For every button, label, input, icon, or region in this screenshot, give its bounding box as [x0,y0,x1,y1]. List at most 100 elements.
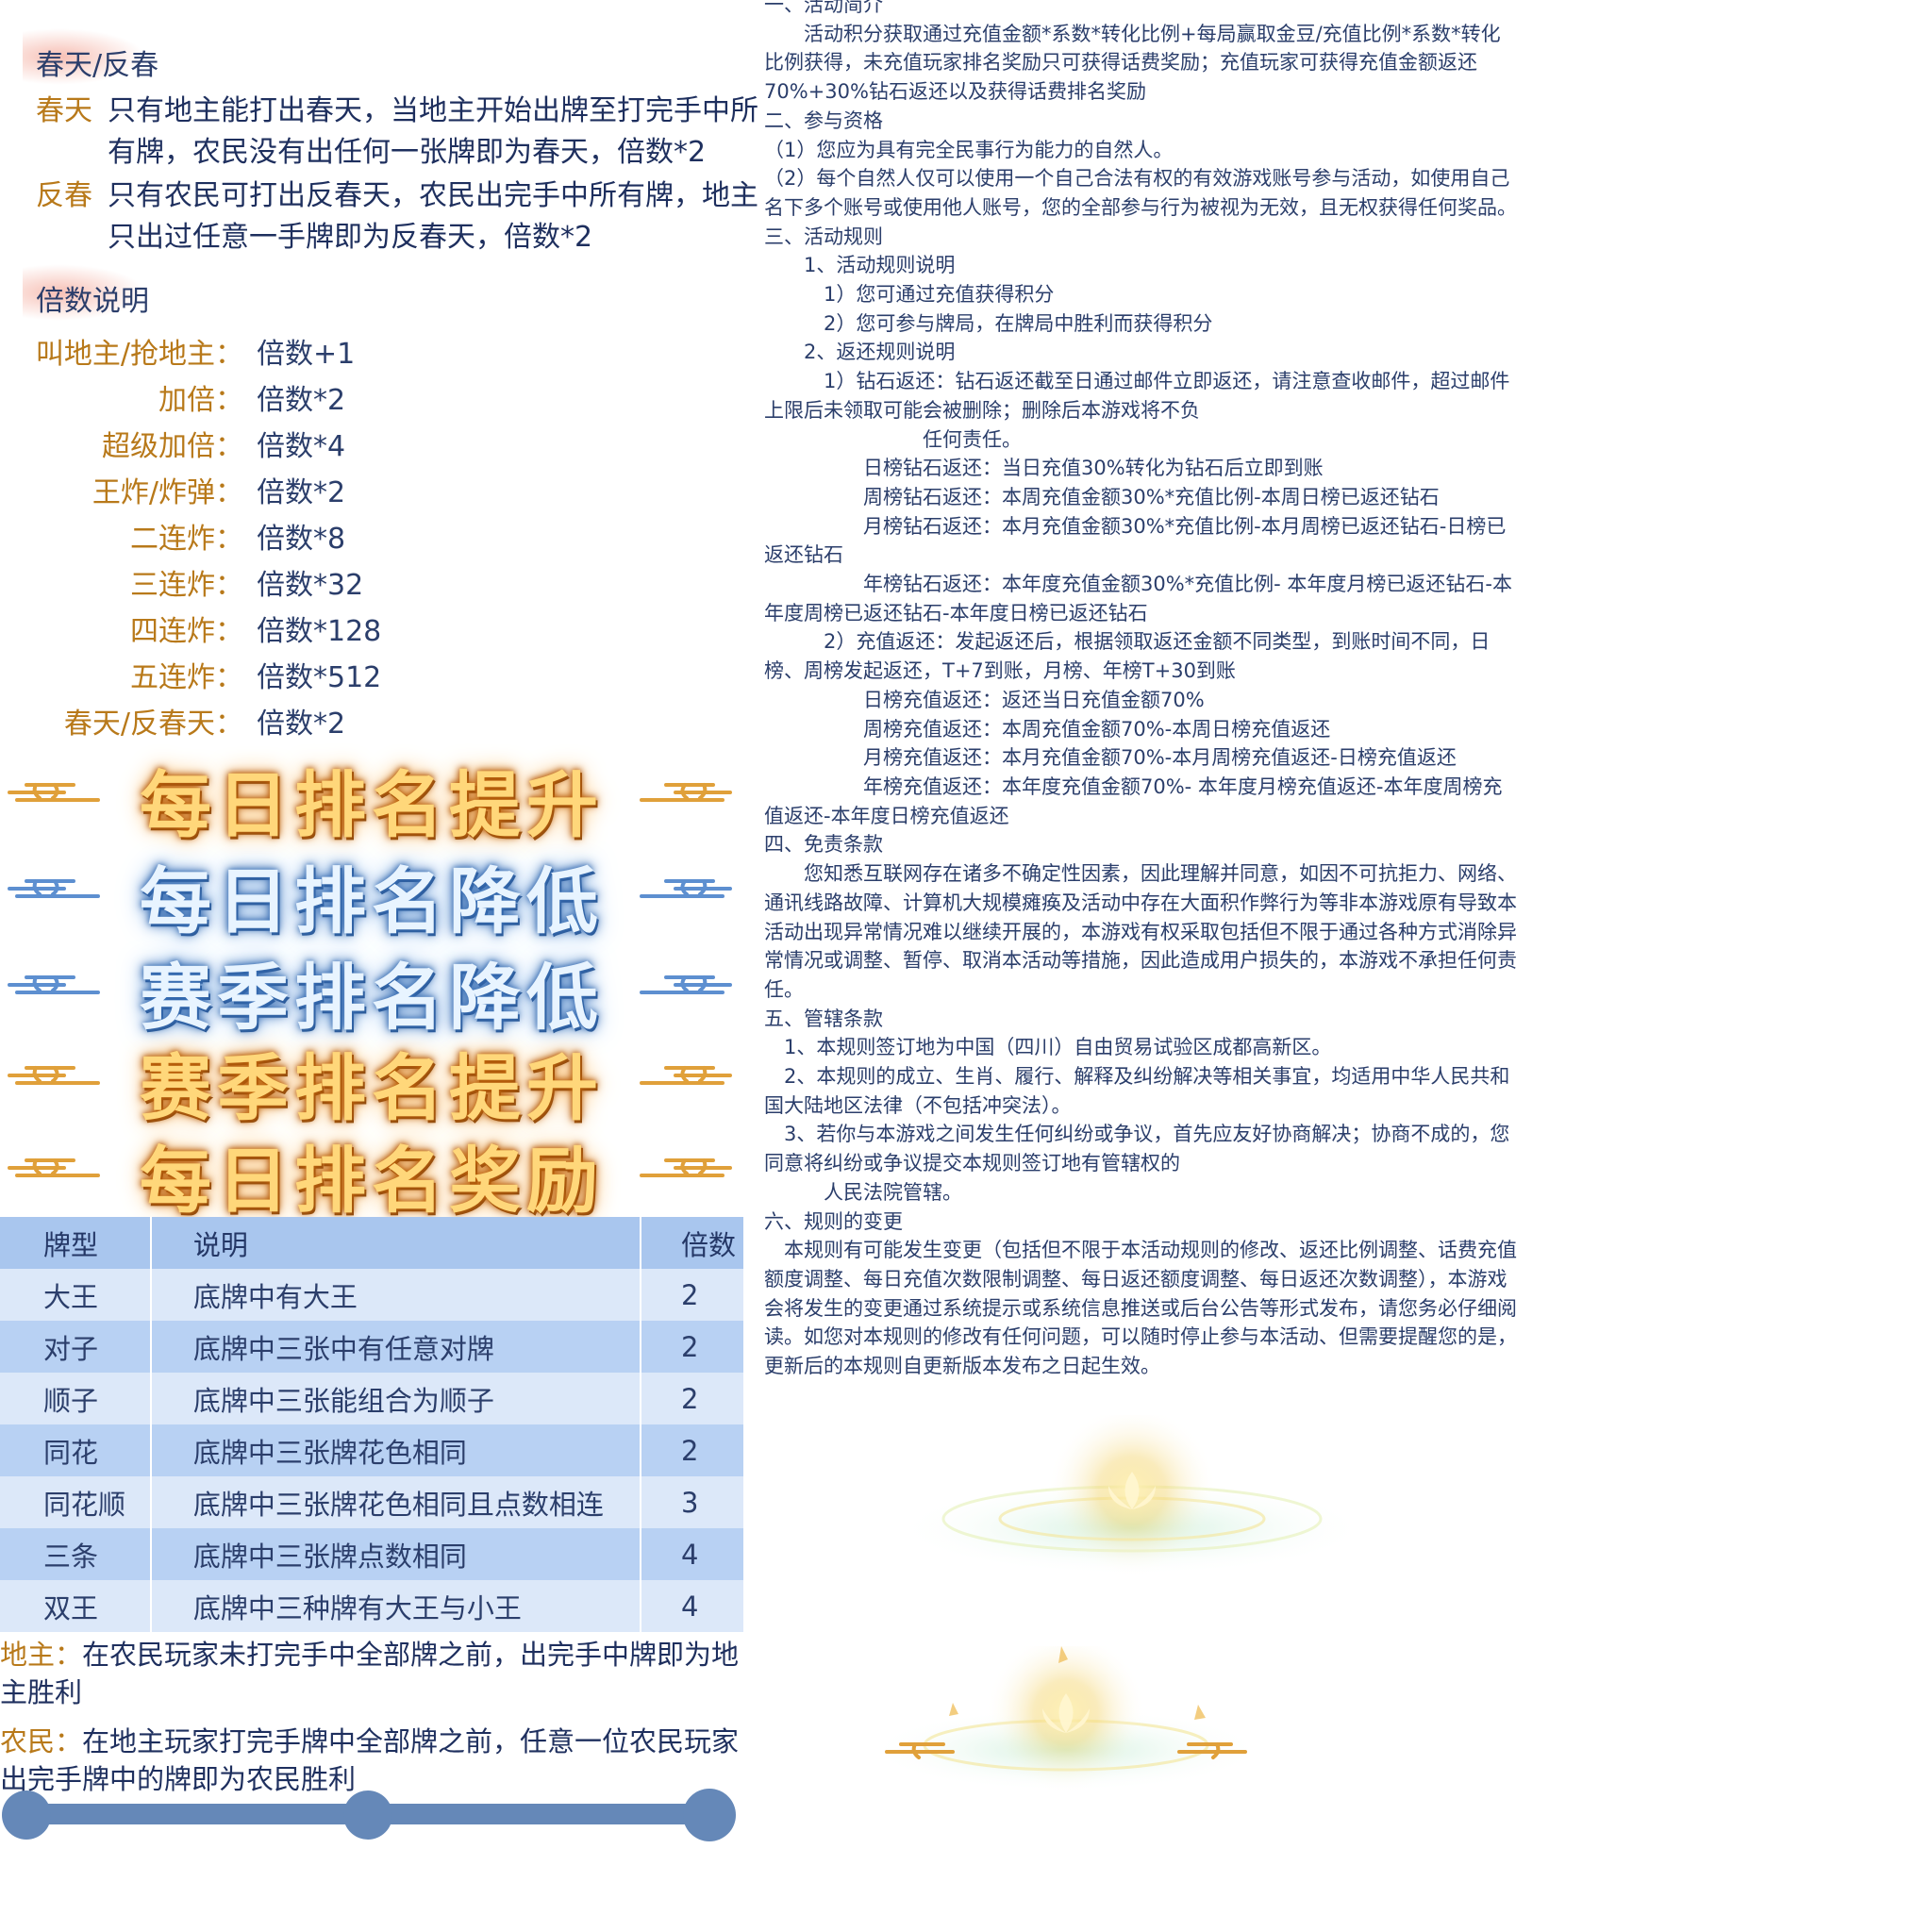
spring-section-title: 春天/反春 [22,28,170,87]
rules-line: 年榜钻石返还：本年度充值金额30%*充值比例- 本年度月榜已返还钻石-本年度周榜… [764,573,1513,625]
banner-daily-rank-up: 每日排名提升 [0,745,745,847]
spring-key: 春天 [36,94,92,127]
cell-description: 底牌中三张中有任意对牌 [150,1321,642,1373]
card-type-table: 牌型 说明 倍数 大王 底牌中有大王 2 对子 底牌中三张中有任意对牌 2 顺子… [0,1217,745,1632]
cloud-ornament-icon [640,975,732,994]
cloud-ornament-icon [640,879,732,898]
cell-description: 底牌中有大王 [150,1269,642,1321]
victory-key: 农民： [0,1725,83,1757]
rules-line: 五、管辖条款 [764,1007,883,1030]
banner-daily-rank-down: 每日排名降低 [0,841,745,943]
spring-text: 只有地主能打出春天，当地主开始出牌至打完手中所有牌，农民没有出任何一张牌即为春天… [108,94,758,169]
multiplier-key: 四连炸： [130,615,243,648]
multiplier-value: 倍数+1 [257,338,356,371]
cell-multiplier: 2 [641,1373,745,1424]
table-row: 大王 底牌中有大王 2 [0,1269,745,1321]
banner-text: 赛季排名提升 [140,1046,604,1130]
multiplier-key: 叫地主/抢地主： [35,338,243,371]
cell-multiplier: 3 [641,1476,745,1528]
multiplier-value: 倍数*32 [257,569,364,602]
multiplier-key: 超级加倍： [102,430,243,463]
table-row: 三条 底牌中三张牌点数相同 4 [0,1528,745,1580]
multiplier-value: 倍数*2 [257,708,346,741]
multiplier-value: 倍数*128 [257,615,382,648]
cloud-ornament-icon [8,975,100,994]
table-row: 同花 底牌中三张牌花色相同 2 [0,1424,745,1476]
cell-card-type: 双王 [0,1580,152,1632]
rules-line: 人民法院管辖。 [764,1180,962,1204]
landlord-victory: 地主：在农民玩家未打完手中全部牌之前，出完手中牌即为地主胜利 [0,1636,745,1711]
multiplier-row: 三连炸： 倍数*32 [0,561,377,605]
header-card-type: 牌型 [0,1217,152,1269]
multiplier-row: 五连炸： 倍数*512 [0,654,381,697]
rules-line: 1、本规则签订地为中国（四川）自由贸易试验区成都高新区。 [764,1036,1332,1059]
rules-line: 一、活动简介 [764,0,883,16]
lotus-glow-icon [896,1415,1368,1575]
multiplier-row: 王炸/炸弹： 倍数*2 [0,469,377,512]
rules-line: 1、活动规则说明 [764,254,956,277]
cloud-ornament-icon [8,1066,100,1085]
reverse-spring-key: 反春 [36,179,92,212]
multiplier-row: 四连炸： 倍数*128 [0,608,381,651]
cell-multiplier: 4 [641,1528,745,1580]
reverse-spring-text: 只有农民可打出反春天，农民出完手中所有牌，地主只出过任意一手牌即为反春天，倍数*… [108,179,758,254]
cell-description: 底牌中三张牌花色相同且点数相连 [150,1476,642,1528]
rules-line: 二、参与资格 [764,108,883,132]
banner-season-rank-down: 赛季排名降低 [0,938,745,1040]
rules-line: 日榜钻石返还：当日充值30%转化为钻石后立即到账 [764,457,1324,480]
multiplier-key: 二连炸： [130,523,243,556]
multiplier-value: 倍数*512 [257,661,382,694]
cell-multiplier: 4 [641,1580,745,1632]
cell-card-type: 对子 [0,1321,152,1373]
banner-season-rank-up: 赛季排名提升 [0,1028,745,1130]
rules-line: 周榜钻石返还：本周充值金额30%*充值比例-本周日榜已返还钻石 [764,485,1440,508]
multiplier-key: 王炸/炸弹： [92,476,243,509]
rules-line: 2、本规则的成立、生肖、履行、解释及纠纷解决等相关事宜，均适用中华人民共和国大陆… [764,1065,1510,1117]
rules-line: 3、若你与本游戏之间发生任何纠纷或争议，首先应友好协商解决；协商不成的，您同意将… [764,1123,1510,1175]
spring-item: 春天 只有地主能打出春天，当地主开始出牌至打完手中所有牌，农民没有出任何一张牌即… [36,91,772,174]
multiplier-row: 加倍： 倍数*2 [0,376,377,420]
cell-multiplier: 2 [641,1424,745,1476]
rules-line: 2）充值返还：发起返还后，根据领取返还金额不同类型，到账时间不同，日榜、周榜发起… [764,630,1491,683]
cell-card-type: 三条 [0,1528,152,1580]
cell-description: 底牌中三张牌花色相同 [150,1424,642,1476]
cell-card-type: 同花顺 [0,1476,152,1528]
multiplier-section-title: 倍数说明 [23,264,160,323]
table-header-row: 牌型 说明 倍数 [0,1217,745,1269]
table-row: 顺子 底牌中三张能组合为顺子 2 [0,1373,745,1424]
multiplier-value: 倍数*4 [257,430,346,463]
rules-line: 2、返还规则说明 [764,341,956,364]
cell-description: 底牌中三种牌有大王与小王 [150,1580,642,1632]
rules-line: 1）您可通过充值获得积分 [764,283,1055,307]
banner-text: 每日排名奖励 [140,1139,604,1223]
cell-card-type: 顺子 [0,1373,152,1424]
reverse-spring-item: 反春 只有农民可打出反春天，农民出完手中所有牌，地主只出过任意一手牌即为反春天，… [36,175,772,258]
cell-card-type: 同花 [0,1424,152,1476]
multiplier-value: 倍数*2 [257,476,346,509]
multiplier-row: 叫地主/抢地主： 倍数+1 [0,330,377,374]
cloud-ornament-icon [640,1066,732,1085]
rules-line: 月榜充值返还：本月充值金额70%-本月周榜充值返还-日榜充值返还 [764,746,1457,770]
multiplier-key: 五连炸： [130,661,243,694]
rules-line: 本规则有可能发生变更（包括但不限于本活动规则的修改、返还比例调整、话费充值额度调… [764,1239,1517,1378]
rules-line: 您知悉互联网存在诸多不确定性因素，因此理解并同意，如因不可抗拒力、网络、通讯线路… [764,862,1517,1001]
multiplier-row: 超级加倍： 倍数*4 [0,423,377,466]
rules-line: （2）每个自然人仅可以使用一个自己合法有权的有效游戏账号参与活动，如使用自己名下… [764,167,1517,219]
header-description: 说明 [150,1217,642,1269]
scroll-bar-icon [2,1789,736,1841]
table-row: 同花顺 底牌中三张牌花色相同且点数相连 3 [0,1476,745,1528]
rules-line: 四、免责条款 [764,833,883,857]
table-row: 双王 底牌中三种牌有大王与小王 4 [0,1580,745,1632]
banner-text: 每日排名降低 [140,859,604,943]
rules-line: 1）钻石返还：钻石返还截至日通过邮件立即返还，请注意查收邮件，超过邮件上限后未领… [764,370,1510,422]
victory-text: 在地主玩家打完手牌中全部牌之前，任意一位农民玩家出完手牌中的牌即为农民胜利 [0,1725,740,1795]
multiplier-key: 加倍： [158,384,243,417]
rules-line: 三、活动规则 [764,225,883,248]
multiplier-value: 倍数*8 [257,523,346,556]
cloud-ornament-icon [8,1158,100,1177]
cell-card-type: 大王 [0,1269,152,1321]
victory-key: 地主： [0,1639,83,1671]
cloud-ornament-icon [640,1158,732,1177]
multiplier-row: 春天/反春天： 倍数*2 [0,700,377,743]
lotus-glow-icon [868,1646,1264,1792]
